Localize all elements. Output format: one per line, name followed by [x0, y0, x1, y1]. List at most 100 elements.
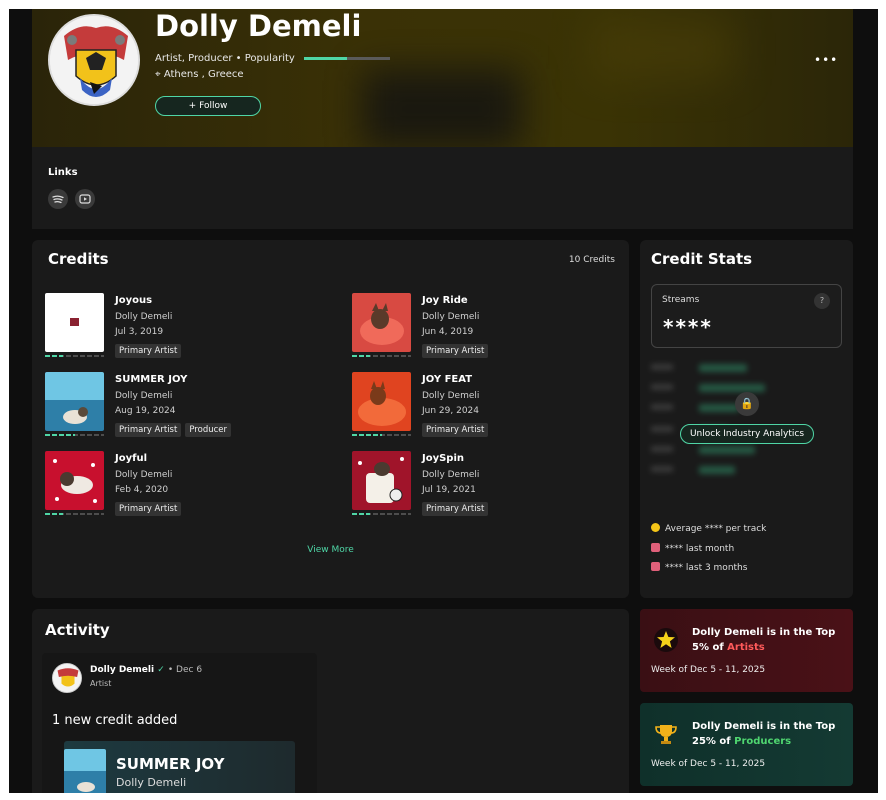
activity-panel: Activity Dolly Demeli ✓ • Dec 6 Artist 1… — [32, 609, 629, 793]
trophy-icon — [653, 721, 679, 747]
follow-label: Follow — [199, 101, 228, 111]
credit-title[interactable]: SUMMER JOY — [115, 374, 187, 385]
popularity-bar — [45, 434, 104, 436]
post-credit-card[interactable]: SUMMER JOY Dolly Demeli — [64, 741, 295, 793]
cover-art — [352, 372, 411, 431]
plus-icon: + — [188, 101, 197, 111]
streams-card: Streams ? **** — [651, 284, 842, 348]
follow-button[interactable]: + Follow — [155, 96, 261, 116]
avatar[interactable] — [52, 663, 82, 693]
links-title: Links — [48, 167, 78, 178]
calendar-icon — [651, 562, 660, 571]
spotify-icon[interactable] — [48, 189, 68, 209]
credit-date: Jun 4, 2019 — [422, 327, 474, 337]
calendar-icon — [651, 543, 660, 552]
credits-panel: Credits 10 Credits Joyous Dolly Demeli J… — [32, 240, 629, 598]
credit-artist: Dolly Demeli — [115, 312, 173, 322]
links-panel: Links — [32, 147, 853, 229]
artist-roles: Artist, Producer • Popularity — [155, 53, 391, 64]
role-tag: Primary Artist — [115, 502, 182, 516]
credit-stats-title: Credit Stats — [651, 250, 753, 268]
last-month-line: **** last month — [651, 543, 734, 554]
credit-date: Jun 29, 2024 — [422, 406, 480, 416]
credit-artist: Dolly Demeli — [422, 391, 480, 401]
role-tag: Primary Artist — [422, 344, 489, 358]
star-icon — [653, 627, 679, 653]
credit-item[interactable]: JoySpin Dolly Demeli Jul 19, 2021 Primar… — [352, 451, 632, 521]
smile-icon — [651, 523, 660, 532]
average-streams-line: Average **** per track — [651, 523, 766, 534]
last-3-months-line: **** last 3 months — [651, 562, 747, 573]
streams-label: Streams — [662, 295, 700, 305]
cover-art — [64, 749, 106, 793]
top-producers-card[interactable]: Dolly Demeli is in the Top 25% of Produc… — [640, 703, 853, 786]
role-tag: Primary Artist — [422, 423, 489, 437]
verified-icon: ✓ — [157, 665, 165, 675]
artist-avatar — [48, 14, 140, 106]
role-tag: Primary Artist — [115, 423, 182, 437]
popularity-bar — [45, 355, 104, 357]
post-author-name: Dolly Demeli — [90, 665, 155, 675]
credit-stats-panel: Credit Stats Streams ? **** 🔒 Unlock Ind… — [640, 240, 853, 598]
popularity-bar — [304, 56, 391, 60]
activity-title: Activity — [45, 621, 110, 639]
credit-artist: Dolly Demeli — [115, 391, 173, 401]
post-text: 1 new credit added — [52, 713, 178, 728]
credit-artist: Dolly Demeli — [422, 470, 480, 480]
cover-art — [352, 451, 411, 510]
artist-name: Dolly Demeli — [155, 9, 362, 43]
youtube-icon[interactable] — [75, 189, 95, 209]
location-pin-icon: ⌖ — [155, 69, 161, 80]
credit-artist: Dolly Demeli — [422, 312, 480, 322]
top-producers-highlight: Producers — [734, 736, 792, 747]
top-artists-card[interactable]: Dolly Demeli is in the Top 5% of Artists… — [640, 609, 853, 692]
popularity-bar — [352, 434, 411, 436]
page-frame: Dolly Demeli Artist, Producer • Populari… — [9, 9, 878, 793]
artist-header: Dolly Demeli Artist, Producer • Populari… — [32, 9, 853, 147]
credit-item[interactable]: Joy Ride Dolly Demeli Jun 4, 2019 Primar… — [352, 293, 632, 363]
view-more-link[interactable]: View More — [32, 545, 629, 555]
credits-count: 10 Credits — [568, 255, 615, 265]
credit-title[interactable]: Joyful — [115, 453, 147, 464]
cover-art — [45, 372, 104, 431]
location-text: Athens , Greece — [163, 69, 244, 80]
credit-title[interactable]: JOY FEAT — [422, 374, 472, 385]
top-producers-text: Dolly Demeli is in the Top 25% of Produc… — [692, 719, 842, 749]
credit-item[interactable]: Joyful Dolly Demeli Feb 4, 2020 Primary … — [45, 451, 325, 521]
credit-date: Jul 3, 2019 — [115, 327, 164, 337]
credit-artist: Dolly Demeli — [115, 470, 173, 480]
post-author-role: Artist — [90, 679, 112, 688]
popularity-bar — [352, 355, 411, 357]
artist-location: ⌖ Athens , Greece — [155, 69, 244, 80]
top-artists-highlight: Artists — [727, 642, 765, 653]
last-3-months-text: **** last 3 months — [665, 563, 748, 573]
credit-date: Aug 19, 2024 — [115, 406, 176, 416]
more-options-icon[interactable]: ••• — [814, 53, 838, 67]
credit-item[interactable]: SUMMER JOY Dolly Demeli Aug 19, 2024 Pri… — [45, 372, 325, 442]
credit-title[interactable]: Joy Ride — [422, 295, 468, 306]
lock-icon: 🔒 — [735, 392, 759, 416]
top-producers-week: Week of Dec 5 - 11, 2025 — [651, 759, 766, 769]
credit-item[interactable]: JOY FEAT Dolly Demeli Jun 29, 2024 Prima… — [352, 372, 632, 442]
cover-art — [45, 451, 104, 510]
last-month-text: **** last month — [665, 544, 735, 554]
role-tag: Primary Artist — [115, 344, 182, 358]
cover-art — [45, 293, 104, 352]
activity-post: Dolly Demeli ✓ • Dec 6 Artist 1 new cred… — [42, 653, 317, 793]
post-card-artist: Dolly Demeli — [116, 776, 187, 789]
credit-date: Feb 4, 2020 — [115, 485, 169, 495]
average-streams-text: Average **** per track — [665, 524, 767, 534]
credit-date: Jul 19, 2021 — [422, 485, 476, 495]
credit-item[interactable]: Joyous Dolly Demeli Jul 3, 2019 Primary … — [45, 293, 325, 363]
artist-roles-text: Artist, Producer • Popularity — [155, 53, 295, 64]
unlock-analytics-button[interactable]: Unlock Industry Analytics — [680, 424, 814, 444]
credit-title[interactable]: Joyous — [115, 295, 152, 306]
popularity-bar — [45, 513, 104, 515]
post-author[interactable]: Dolly Demeli ✓ • Dec 6 — [90, 665, 202, 675]
credit-title[interactable]: JoySpin — [422, 453, 464, 464]
cover-art — [352, 293, 411, 352]
top-artists-text: Dolly Demeli is in the Top 5% of Artists — [692, 625, 842, 655]
post-card-title: SUMMER JOY — [116, 755, 225, 773]
popularity-bar — [352, 513, 411, 515]
help-icon[interactable]: ? — [814, 293, 830, 309]
